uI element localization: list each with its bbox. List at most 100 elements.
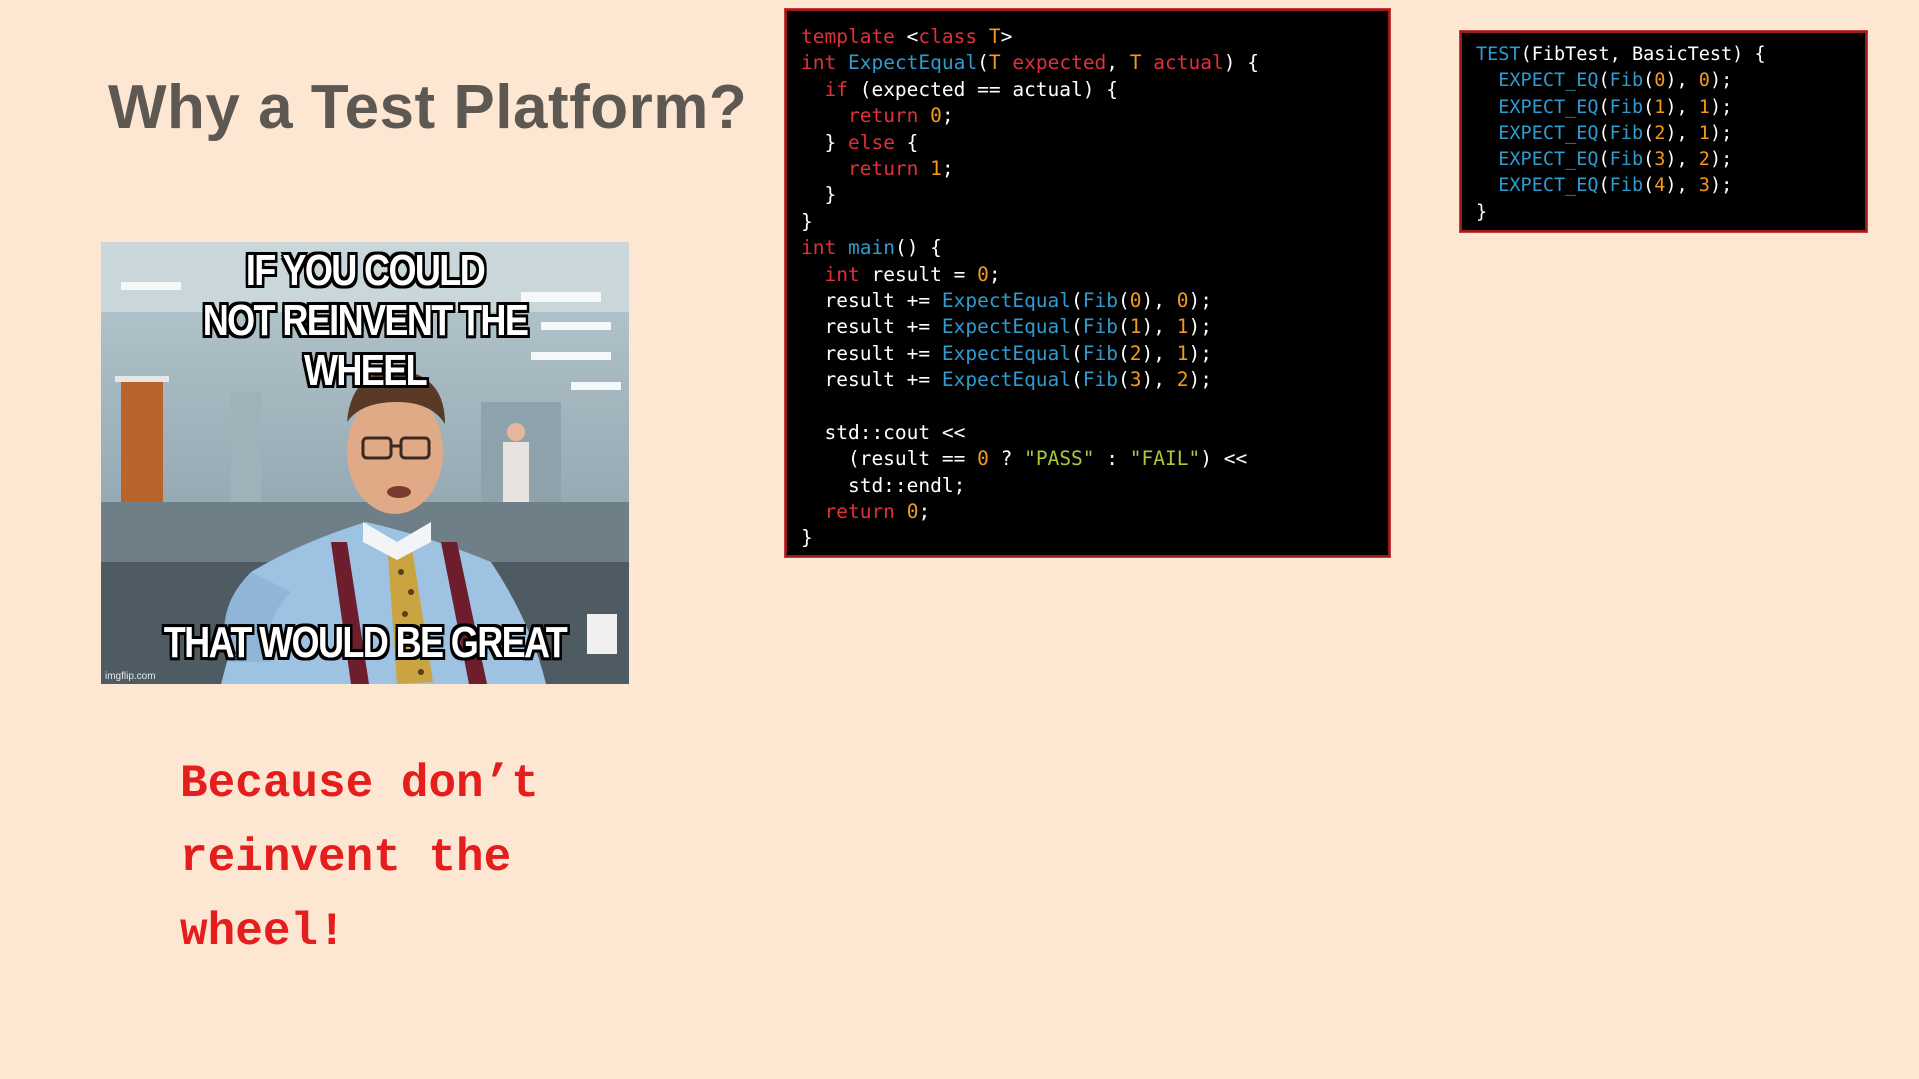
- code-token: (: [1071, 341, 1083, 365]
- code-token: }: [1476, 201, 1488, 223]
- code-token: >: [1000, 25, 1013, 48]
- code-token: (result ==: [801, 447, 978, 471]
- code-line: if (expected == actual) {: [801, 77, 1374, 103]
- code-token: ?: [988, 447, 1025, 471]
- code-token: 2: [1176, 368, 1189, 392]
- code-token: if: [824, 77, 848, 101]
- code-token: 0: [1654, 70, 1666, 92]
- code-token: 0: [1698, 70, 1710, 92]
- code-line: int main() {: [801, 235, 1374, 261]
- gtest-code-block: TEST(FibTest, BasicTest) { EXPECT_EQ(Fib…: [1460, 31, 1867, 232]
- code-token: (: [1118, 368, 1130, 392]
- code-token: T: [988, 51, 1001, 75]
- code-line: result += ExpectEqual(Fib(0), 0);: [801, 288, 1374, 314]
- meme-top-caption-line: IF YOU COULD: [245, 246, 486, 295]
- code-token: ),: [1141, 315, 1177, 339]
- code-token: 0: [1176, 288, 1189, 312]
- tagline-line: Because don’t: [180, 758, 539, 810]
- code-token: (: [1643, 96, 1655, 118]
- code-token: (: [1598, 122, 1610, 144]
- code-token: );: [1709, 122, 1733, 144]
- tagline-line: wheel!: [180, 906, 346, 958]
- code-line: result += ExpectEqual(Fib(2), 1);: [801, 341, 1374, 367]
- code-line: int ExpectEqual(T expected, T actual) {: [801, 50, 1374, 76]
- code-token: template: [801, 25, 895, 48]
- code-token: );: [1709, 175, 1733, 197]
- code-token: :: [1094, 447, 1130, 471]
- code-line: EXPECT_EQ(Fib(2), 1);: [1476, 121, 1851, 147]
- code-line: EXPECT_EQ(Fib(3), 2);: [1476, 147, 1851, 173]
- code-token: ;: [918, 500, 931, 524]
- code-line: } else {: [801, 130, 1374, 156]
- meme-top-caption: IF YOU COULD NOT REINVENT THE WHEEL: [149, 246, 582, 396]
- code-token: std::endl;: [801, 473, 966, 497]
- code-token: Fib: [1609, 122, 1644, 144]
- code-token: return: [847, 104, 919, 128]
- code-token: 2: [1654, 122, 1666, 144]
- code-token: Fib: [1082, 288, 1119, 312]
- code-token: (: [977, 51, 989, 75]
- code-token: 3: [1129, 368, 1142, 392]
- code-line: }: [801, 182, 1374, 208]
- code-token: class: [918, 25, 978, 48]
- code-token: ;: [988, 262, 1001, 286]
- code-token: int: [801, 236, 837, 260]
- code-token: ),: [1141, 341, 1177, 365]
- code-token: result +=: [801, 368, 942, 392]
- code-token: Fib: [1609, 149, 1644, 171]
- code-token: (: [1071, 368, 1083, 392]
- code-token: {: [894, 130, 919, 154]
- code-token: );: [1709, 70, 1733, 92]
- code-line: (result == 0 ? "PASS" : "FAIL") <<: [801, 446, 1374, 472]
- code-token: (: [1598, 70, 1610, 92]
- code-token: 2: [1698, 149, 1710, 171]
- code-token: EXPECT_EQ: [1498, 70, 1599, 92]
- code-token: (: [1598, 149, 1610, 171]
- code-line: return 0;: [801, 103, 1374, 129]
- code-token: ) {: [1223, 51, 1259, 75]
- code-token: Fib: [1609, 70, 1644, 92]
- code-token: int: [824, 262, 860, 286]
- code-token: TEST: [1476, 44, 1521, 65]
- code-token: 1: [930, 156, 942, 180]
- code-token: (: [1598, 175, 1610, 197]
- code-line: }: [1476, 200, 1851, 226]
- code-token: ),: [1665, 175, 1699, 197]
- code-token: 1: [1654, 96, 1666, 118]
- code-token: 2: [1129, 341, 1142, 365]
- code-line: EXPECT_EQ(Fib(1), 1);: [1476, 95, 1851, 121]
- code-line: std::cout <<: [801, 420, 1374, 446]
- code-token: (expected == actual) {: [847, 77, 1118, 101]
- code-token: }: [801, 183, 837, 207]
- code-token: 3: [1698, 175, 1710, 197]
- code-line: }: [801, 525, 1374, 551]
- code-line: EXPECT_EQ(Fib(0), 0);: [1476, 68, 1851, 94]
- code-token: 0: [977, 447, 989, 471]
- code-token: 0: [977, 262, 989, 286]
- code-token: 1: [1129, 315, 1142, 339]
- code-token: EXPECT_EQ: [1498, 122, 1599, 144]
- code-token: ),: [1665, 70, 1699, 92]
- code-line: int result = 0;: [801, 262, 1374, 288]
- code-token: expected: [1012, 51, 1107, 75]
- code-token: result +=: [801, 341, 942, 365]
- code-token: 3: [1654, 149, 1666, 171]
- code-token: (: [1118, 341, 1130, 365]
- code-line: std::endl;: [801, 473, 1374, 499]
- code-token: ExpectEqual: [941, 368, 1072, 392]
- code-token: result +=: [801, 288, 942, 312]
- code-line: template <class T>: [801, 24, 1374, 50]
- code-token: result =: [859, 262, 978, 286]
- code-token: }: [801, 526, 813, 550]
